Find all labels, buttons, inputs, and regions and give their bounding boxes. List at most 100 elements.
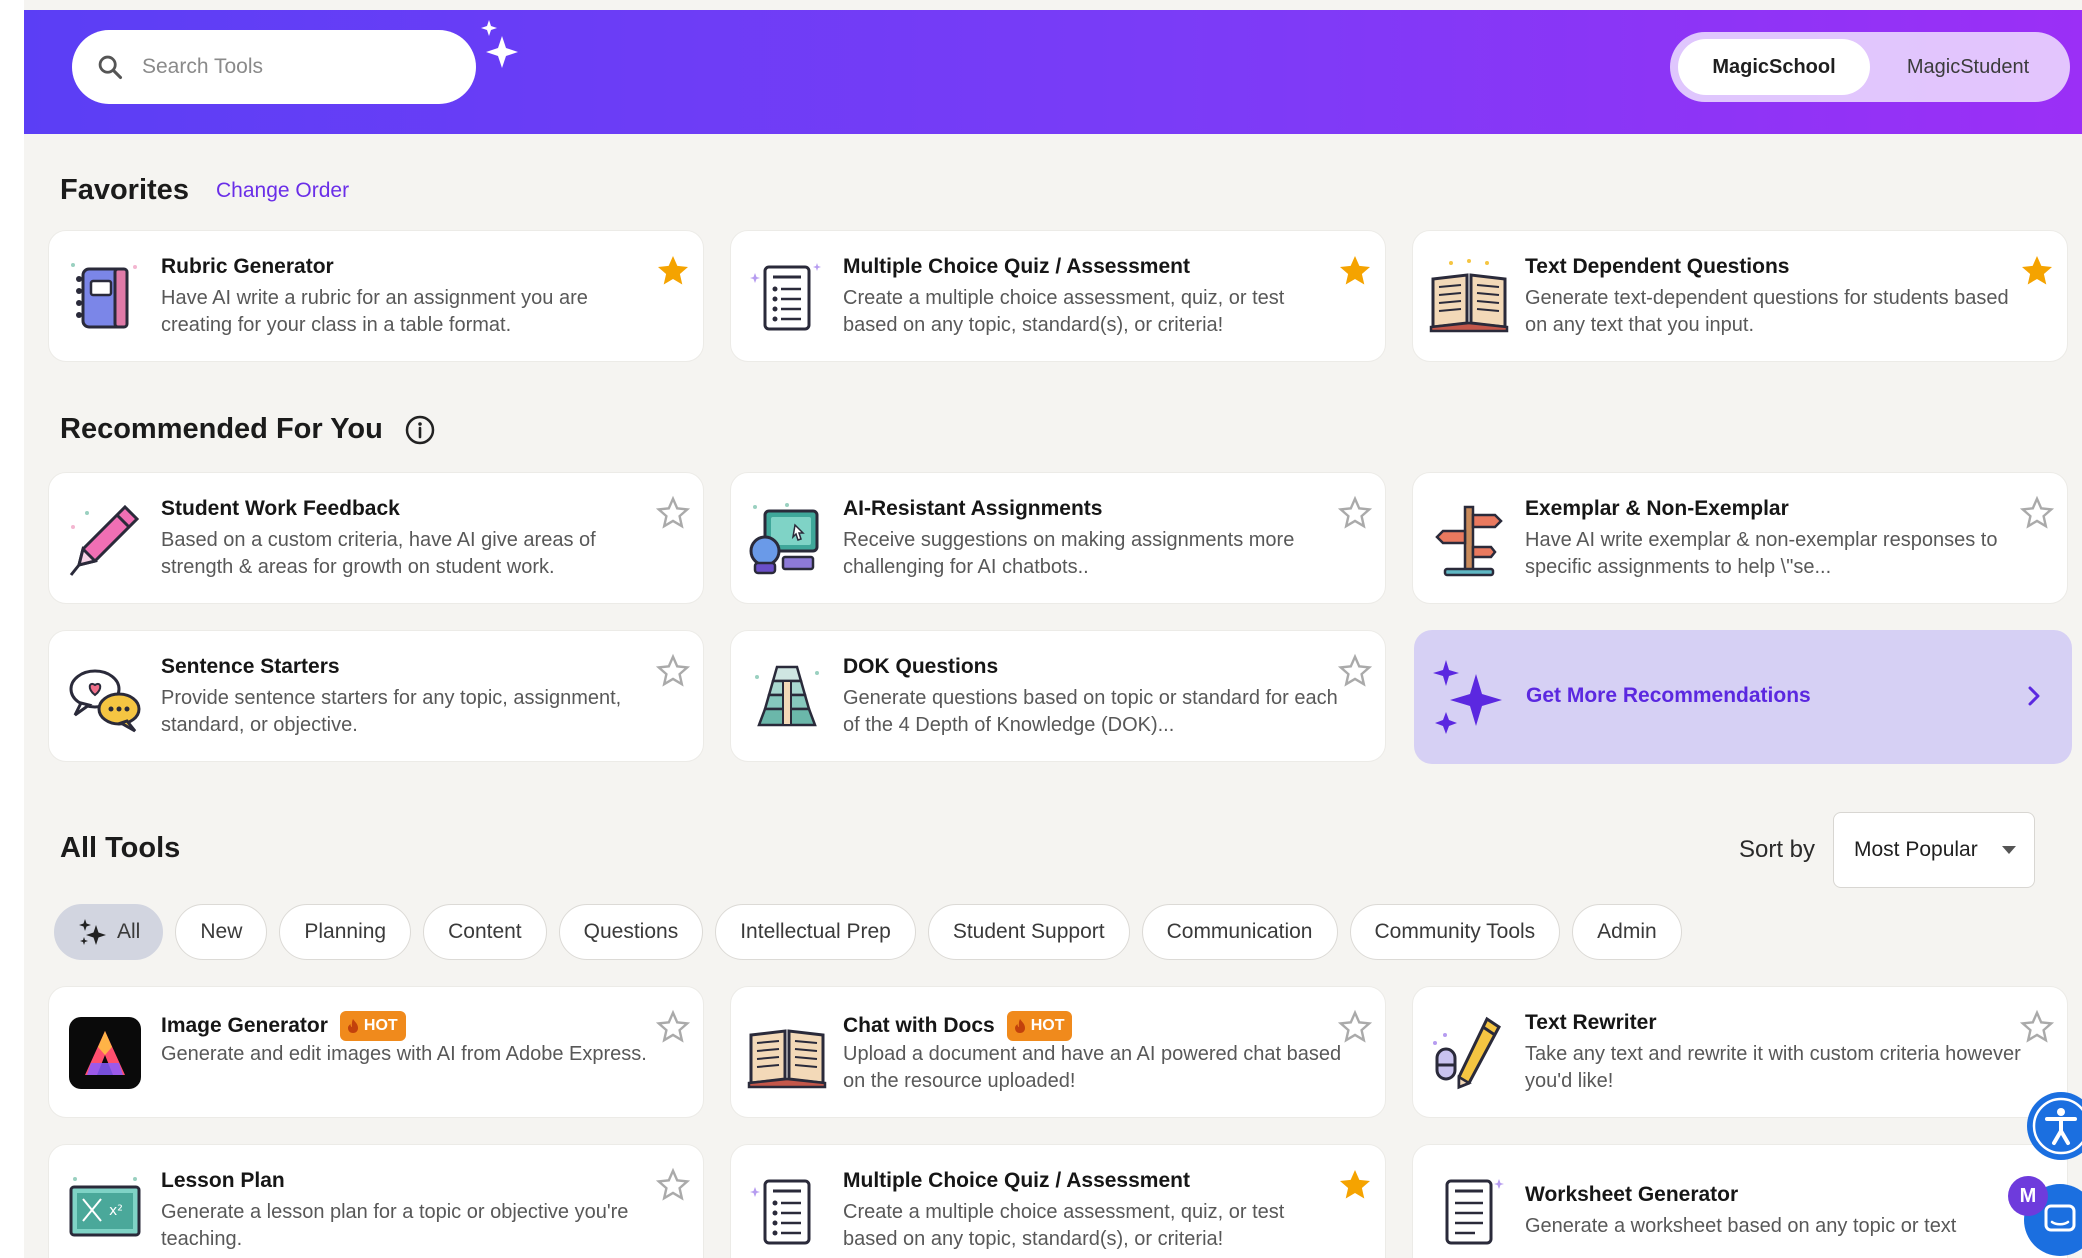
tool-description: Create a multiple choice assessment, qui…	[843, 287, 1285, 336]
filter-chip-intellectual-prep[interactable]: Intellectual Prep	[715, 904, 916, 960]
tool-card-worksheet-generator[interactable]: Worksheet Generator Generate a worksheet…	[1412, 1144, 2068, 1258]
chevron-right-icon	[2028, 686, 2040, 706]
tool-title: Chat with Docs HOT	[843, 1011, 1073, 1041]
tool-card-student-work-feedback[interactable]: Student Work Feedback Based on a custom …	[48, 472, 704, 604]
filter-chip-questions[interactable]: Questions	[558, 904, 704, 960]
tool-title: Rubric Generator	[161, 255, 334, 278]
star-outline-icon[interactable]	[655, 495, 691, 531]
tool-title: Lesson Plan	[161, 1169, 285, 1192]
get-more-recommendations-label: Get More Recommendations	[1526, 684, 1811, 707]
hot-label: HOT	[363, 1017, 398, 1034]
tool-title: Sentence Starters	[161, 655, 340, 678]
filter-chip-content[interactable]: Content	[423, 904, 547, 960]
tool-description: Generate text-dependent questions for st…	[1525, 287, 2009, 336]
sparkle-icon	[481, 20, 518, 68]
get-more-recommendations-card[interactable]: Get More Recommendations	[1414, 630, 2072, 764]
recommended-heading: Recommended For You	[60, 413, 383, 445]
svg-text:x²: x²	[109, 1203, 123, 1219]
tool-card-text-dependent-questions[interactable]: Text Dependent Questions Generate text-d…	[1412, 230, 2068, 362]
search-input[interactable]	[142, 55, 442, 79]
hot-badge: HOT	[1006, 1011, 1073, 1041]
assistant-avatar[interactable]: M	[2008, 1176, 2048, 1216]
filter-chip-all[interactable]: All	[54, 904, 164, 960]
sort-dropdown[interactable]: Most Popular	[1833, 812, 2035, 888]
open-book-icon	[1429, 259, 1509, 333]
filter-chip-community-tools[interactable]: Community Tools	[1349, 904, 1561, 960]
tool-card-sentence-starters[interactable]: Sentence Starters Provide sentence start…	[48, 630, 704, 762]
tools-page: MagicSchool MagicStudent Favorites Chang…	[24, 0, 2082, 1258]
tool-description: Receive suggestions on making assignment…	[843, 529, 1295, 578]
star-outline-icon[interactable]	[1337, 1009, 1373, 1045]
accessibility-button[interactable]	[2027, 1092, 2082, 1160]
tool-description: Have AI write exemplar & non-exemplar re…	[1525, 529, 1998, 578]
search-icon	[98, 55, 123, 80]
search-bar[interactable]	[72, 30, 476, 104]
tool-title: Text Rewriter	[1525, 1011, 1657, 1034]
tool-title: Text Dependent Questions	[1525, 255, 1790, 278]
pencil-eraser-icon	[1433, 1016, 1501, 1090]
star-outline-icon[interactable]	[1337, 653, 1373, 689]
star-filled-icon[interactable]	[2019, 253, 2055, 289]
star-outline-icon[interactable]	[1337, 495, 1373, 531]
quiz-sheet-icon	[750, 263, 821, 331]
signpost-icon	[1435, 505, 1503, 577]
sort-dropdown-value: Most Popular	[1854, 838, 1978, 861]
filter-chip-new[interactable]: New	[175, 904, 268, 960]
tool-card-dok-questions[interactable]: DOK Questions Generate questions based o…	[730, 630, 1386, 762]
star-outline-icon[interactable]	[2019, 1009, 2055, 1045]
tool-description: Create a multiple choice assessment, qui…	[843, 1201, 1285, 1250]
tool-title: Multiple Choice Quiz / Assessment	[843, 1169, 1190, 1192]
tool-card-rubric-generator[interactable]: Rubric Generator Have AI write a rubric …	[48, 230, 704, 362]
all-tools-heading: All Tools	[60, 832, 181, 864]
tool-card-ai-resistant-assignments[interactable]: AI-Resistant Assignments Receive suggest…	[730, 472, 1386, 604]
star-filled-icon[interactable]	[655, 253, 691, 289]
tool-description: Based on a custom criteria, have AI give…	[161, 529, 596, 578]
magicschool-toggle[interactable]: MagicSchool	[1678, 39, 1870, 95]
filter-chip-student-support[interactable]: Student Support	[927, 904, 1130, 960]
pyramid-icon	[755, 665, 819, 727]
product-switch: MagicSchool MagicStudent	[1670, 32, 2070, 102]
window-edge	[0, 0, 24, 1258]
tool-card-lesson-plan[interactable]: x² Lesson Plan Generate a lesson plan fo…	[48, 1144, 704, 1258]
sort-by-label: Sort by	[1739, 836, 1816, 863]
filter-chip-communication[interactable]: Communication	[1141, 904, 1338, 960]
star-outline-icon[interactable]	[655, 1009, 691, 1045]
tool-title: AI-Resistant Assignments	[843, 497, 1103, 520]
tool-description: Generate and edit images with AI from Ad…	[161, 1043, 647, 1065]
sparkle-icon	[1433, 660, 1502, 734]
tool-card-chat-with-docs[interactable]: Chat with Docs HOT Upload a document and…	[730, 986, 1386, 1118]
star-outline-icon[interactable]	[655, 1167, 691, 1203]
quiz-sheet-icon	[750, 1179, 811, 1245]
star-filled-icon[interactable]	[1337, 1167, 1373, 1203]
hot-label: HOT	[1030, 1017, 1065, 1034]
tool-card-multiple-choice-quiz[interactable]: Multiple Choice Quiz / Assessment Create…	[730, 230, 1386, 362]
tool-card-multiple-choice-quiz-2[interactable]: Multiple Choice Quiz / Assessment Create…	[730, 1144, 1386, 1258]
tool-title-text: Image Generator	[161, 1014, 328, 1037]
tool-description: Have AI write a rubric for an assignment…	[161, 287, 588, 336]
filter-chip-planning[interactable]: Planning	[279, 904, 412, 960]
quiz-sheet-icon	[1445, 1179, 1504, 1245]
change-order-link[interactable]: Change Order	[216, 179, 349, 203]
pen-icon	[69, 504, 140, 576]
tool-title: DOK Questions	[843, 655, 999, 678]
tool-card-text-rewriter[interactable]: Text Rewriter Take any text and rewrite …	[1412, 986, 2068, 1118]
tool-card-exemplar-non-exemplar[interactable]: Exemplar & Non-Exemplar Have AI write ex…	[1412, 472, 2068, 604]
hot-badge: HOT	[339, 1011, 406, 1041]
top-banner: MagicSchool MagicStudent	[24, 10, 2082, 134]
magicstudent-toggle[interactable]: MagicStudent	[1874, 39, 2062, 95]
tool-description: Generate a worksheet based on any topic …	[1525, 1215, 1957, 1237]
star-filled-icon[interactable]	[1337, 253, 1373, 289]
chalkboard-icon: x²	[69, 1177, 141, 1237]
favorites-heading: Favorites	[60, 174, 189, 206]
tool-card-image-generator[interactable]: Image Generator HOT Generate and edit im…	[48, 986, 704, 1118]
category-filter-bar: All New Planning Content Questions Intel…	[54, 904, 1682, 960]
tool-title: Image Generator HOT	[161, 1011, 406, 1041]
star-outline-icon[interactable]	[655, 653, 691, 689]
tool-title: Worksheet Generator	[1525, 1183, 1739, 1206]
star-outline-icon[interactable]	[2019, 495, 2055, 531]
accessibility-icon	[2032, 1097, 2082, 1155]
tool-title: Multiple Choice Quiz / Assessment	[843, 255, 1190, 278]
info-icon[interactable]	[404, 414, 436, 446]
filter-chip-admin[interactable]: Admin	[1572, 904, 1682, 960]
tool-title-text: Chat with Docs	[843, 1014, 995, 1037]
